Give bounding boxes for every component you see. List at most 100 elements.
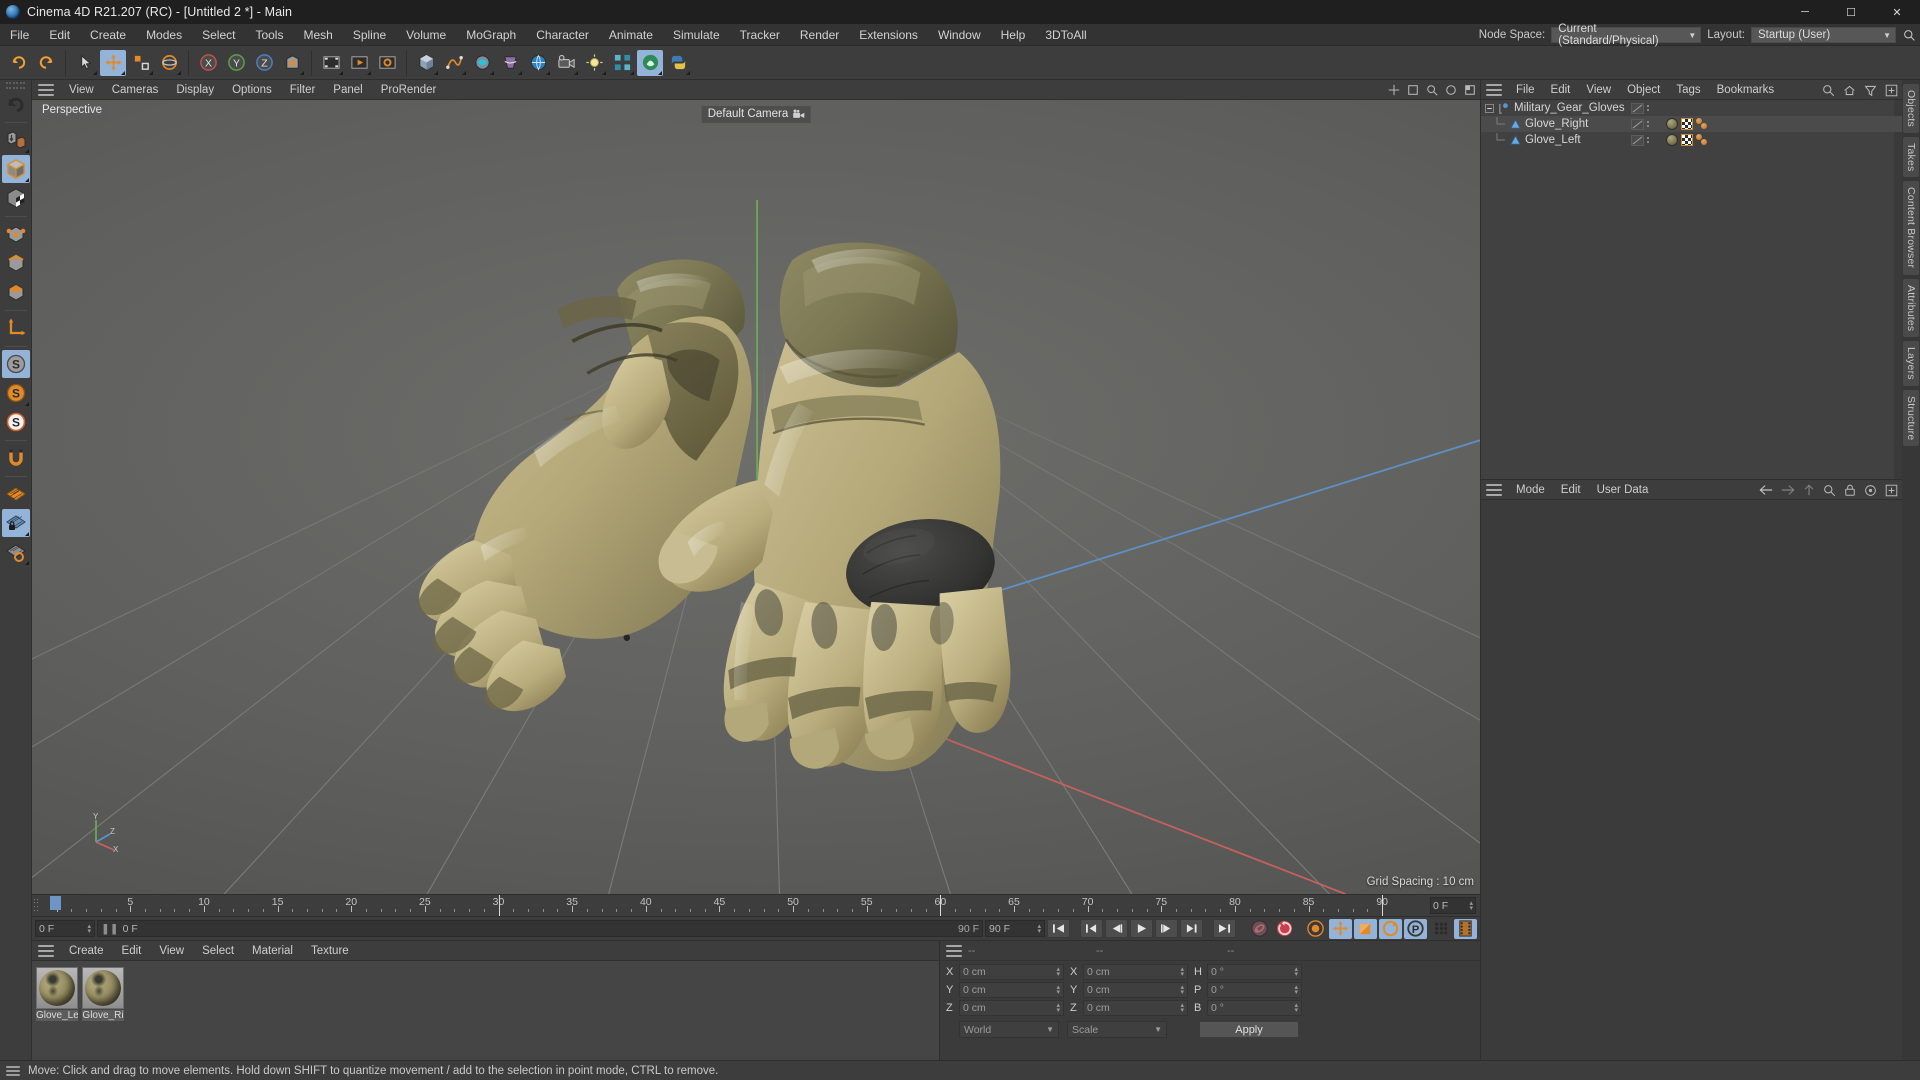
simulate-button[interactable] (637, 49, 663, 76)
go-to-next-key-button[interactable] (1180, 919, 1203, 938)
material-menu-material[interactable]: Material (243, 941, 302, 961)
object-menu-file[interactable]: File (1508, 80, 1543, 100)
object-visibility-dots[interactable] (1631, 100, 1649, 116)
viewport-rotate-icon[interactable] (1445, 84, 1457, 96)
add-camera-button[interactable] (553, 50, 579, 76)
timeline-current-frame-field[interactable]: 0 F ▴ ▾ (1430, 897, 1476, 914)
make-editable-tool[interactable] (2, 126, 30, 154)
scale-key-button[interactable] (1354, 918, 1377, 939)
side-tab-attributes[interactable]: Attributes (1903, 278, 1919, 337)
rotation-p-field[interactable]: 0 ° ▴ ▾ (1207, 982, 1302, 998)
coordinate-mode-select[interactable]: Scale ▼ (1067, 1021, 1167, 1038)
add-cube-button[interactable] (413, 50, 439, 76)
keyframe-selection-button[interactable] (1304, 919, 1327, 939)
filter-icon[interactable] (1864, 84, 1877, 97)
stepper-icon[interactable]: ▴ ▾ (1294, 1002, 1298, 1014)
timeline-toggle-button[interactable] (1454, 918, 1477, 939)
rotation-h-field[interactable]: 0 ° ▴ ▾ (1207, 964, 1302, 980)
side-tab-content-browser[interactable]: Content Browser (1903, 181, 1919, 275)
search-icon[interactable] (1902, 28, 1916, 42)
material-hamburger-icon[interactable] (38, 944, 54, 957)
object-visibility-dots[interactable] (1631, 116, 1649, 132)
size-y-field[interactable]: 0 cm ▴ ▾ (1083, 982, 1188, 998)
layer-swatch[interactable] (1631, 102, 1644, 114)
axis-mode-tool[interactable] (2, 314, 30, 342)
toolbar-grip[interactable] (5, 82, 26, 90)
material-tag-icon[interactable] (1666, 134, 1678, 146)
menu-item-create[interactable]: Create (80, 24, 136, 46)
side-tab-objects[interactable]: Objects (1903, 84, 1919, 133)
material-menu-select[interactable]: Select (193, 941, 243, 961)
position-key-button[interactable] (1329, 918, 1352, 939)
material-item[interactable]: Glove_Le (36, 967, 78, 1021)
timeline-playhead[interactable] (50, 896, 62, 910)
enable-snap-tool[interactable]: S (1, 350, 30, 378)
object-menu-view[interactable]: View (1578, 80, 1619, 100)
stepper-icon[interactable]: ▴ ▾ (1037, 923, 1041, 935)
menu-item-spline[interactable]: Spline (343, 24, 396, 46)
rotate-tool-button[interactable] (156, 50, 182, 76)
menu-item-window[interactable]: Window (928, 24, 991, 46)
end-frame-field[interactable]: 90 F ▴ ▾ (985, 920, 1045, 937)
y-axis-lock-button[interactable]: Y (223, 50, 249, 76)
minimize-button[interactable]: ─ (1782, 0, 1828, 24)
viewport-menu-cameras[interactable]: Cameras (103, 80, 168, 100)
render-view-button[interactable] (318, 50, 344, 76)
render-settings-button[interactable] (374, 50, 400, 76)
lock-icon[interactable] (1844, 484, 1856, 497)
rotation-key-button[interactable] (1379, 918, 1402, 939)
viewport-menu-display[interactable]: Display (167, 80, 223, 100)
material-tag-icon[interactable] (1666, 118, 1678, 130)
x-axis-lock-button[interactable]: X (195, 50, 221, 76)
object-menu-tags[interactable]: Tags (1668, 80, 1708, 100)
menu-item-edit[interactable]: Edit (39, 24, 80, 46)
selection-tag-icon[interactable] (1696, 118, 1709, 130)
coordinate-hamburger-icon[interactable] (946, 944, 962, 957)
snap-settings-tool[interactable]: S (2, 379, 30, 407)
script-button[interactable] (665, 50, 691, 76)
layer-swatch[interactable] (1631, 118, 1644, 130)
menu-item-mograph[interactable]: MoGraph (456, 24, 526, 46)
viewport-3d[interactable]: Perspective Default Camera Grid Spacing … (32, 100, 1480, 894)
selection-tag-icon[interactable] (1696, 134, 1709, 146)
viewport-maximize-icon[interactable] (1464, 84, 1476, 96)
uvw-tag-icon[interactable] (1681, 118, 1693, 130)
redo-button[interactable] (33, 50, 59, 76)
start-frame-field[interactable]: 0 F ▴ ▾ (35, 920, 95, 937)
layer-swatch[interactable] (1631, 134, 1644, 146)
stepper-icon[interactable]: ▴ ▾ (1180, 966, 1184, 978)
live-selection-button[interactable] (72, 50, 98, 76)
material-item[interactable]: Glove_Ri (82, 967, 124, 1021)
menu-item-simulate[interactable]: Simulate (663, 24, 730, 46)
go-to-previous-key-button[interactable] (1080, 919, 1103, 938)
object-menu-edit[interactable]: Edit (1543, 80, 1579, 100)
attribute-menu-edit[interactable]: Edit (1553, 480, 1589, 500)
menu-item-extensions[interactable]: Extensions (849, 24, 928, 46)
planar-workplane-tool[interactable] (2, 538, 30, 566)
viewport-move-icon[interactable] (1388, 84, 1400, 96)
side-tab-takes[interactable]: Takes (1903, 137, 1919, 178)
position-z-field[interactable]: 0 cm ▴ ▾ (959, 1000, 1064, 1016)
frame-slider-field[interactable]: ❚❚ 0 F 90 F (97, 920, 983, 937)
rotation-b-field[interactable]: 0 ° ▴ ▾ (1207, 1000, 1302, 1016)
add-light-button[interactable] (581, 50, 607, 76)
material-thumbnail[interactable] (82, 967, 124, 1009)
menu-item-help[interactable]: Help (991, 24, 1036, 46)
material-list[interactable]: Glove_Le Glove_Ri (32, 961, 939, 1060)
record-active-objects-button[interactable] (1248, 919, 1271, 939)
object-tree[interactable]: Military_Gear_Gloves Glove_Right Glove_Lef… (1481, 100, 1902, 479)
viewport-menu-panel[interactable]: Panel (324, 80, 371, 100)
up-arrow-icon[interactable] (1803, 484, 1815, 496)
viewport-scale-icon[interactable] (1407, 84, 1419, 96)
tree-expand-icon[interactable] (1481, 103, 1497, 113)
material-menu-create[interactable]: Create (60, 941, 113, 961)
menu-item-volume[interactable]: Volume (396, 24, 456, 46)
material-menu-view[interactable]: View (150, 941, 193, 961)
stepper-icon[interactable]: ▴ ▾ (87, 923, 91, 935)
size-x-field[interactable]: 0 cm ▴ ▾ (1083, 964, 1188, 980)
attribute-menu-user-data[interactable]: User Data (1589, 480, 1657, 500)
forward-arrow-icon[interactable] (1781, 484, 1795, 496)
maximize-button[interactable]: ☐ (1828, 0, 1874, 24)
timeline-ruler[interactable]: 051015202530354045505560657075808590 0 F… (32, 894, 1480, 916)
stepper-icon[interactable]: ▴ ▾ (1056, 984, 1060, 996)
